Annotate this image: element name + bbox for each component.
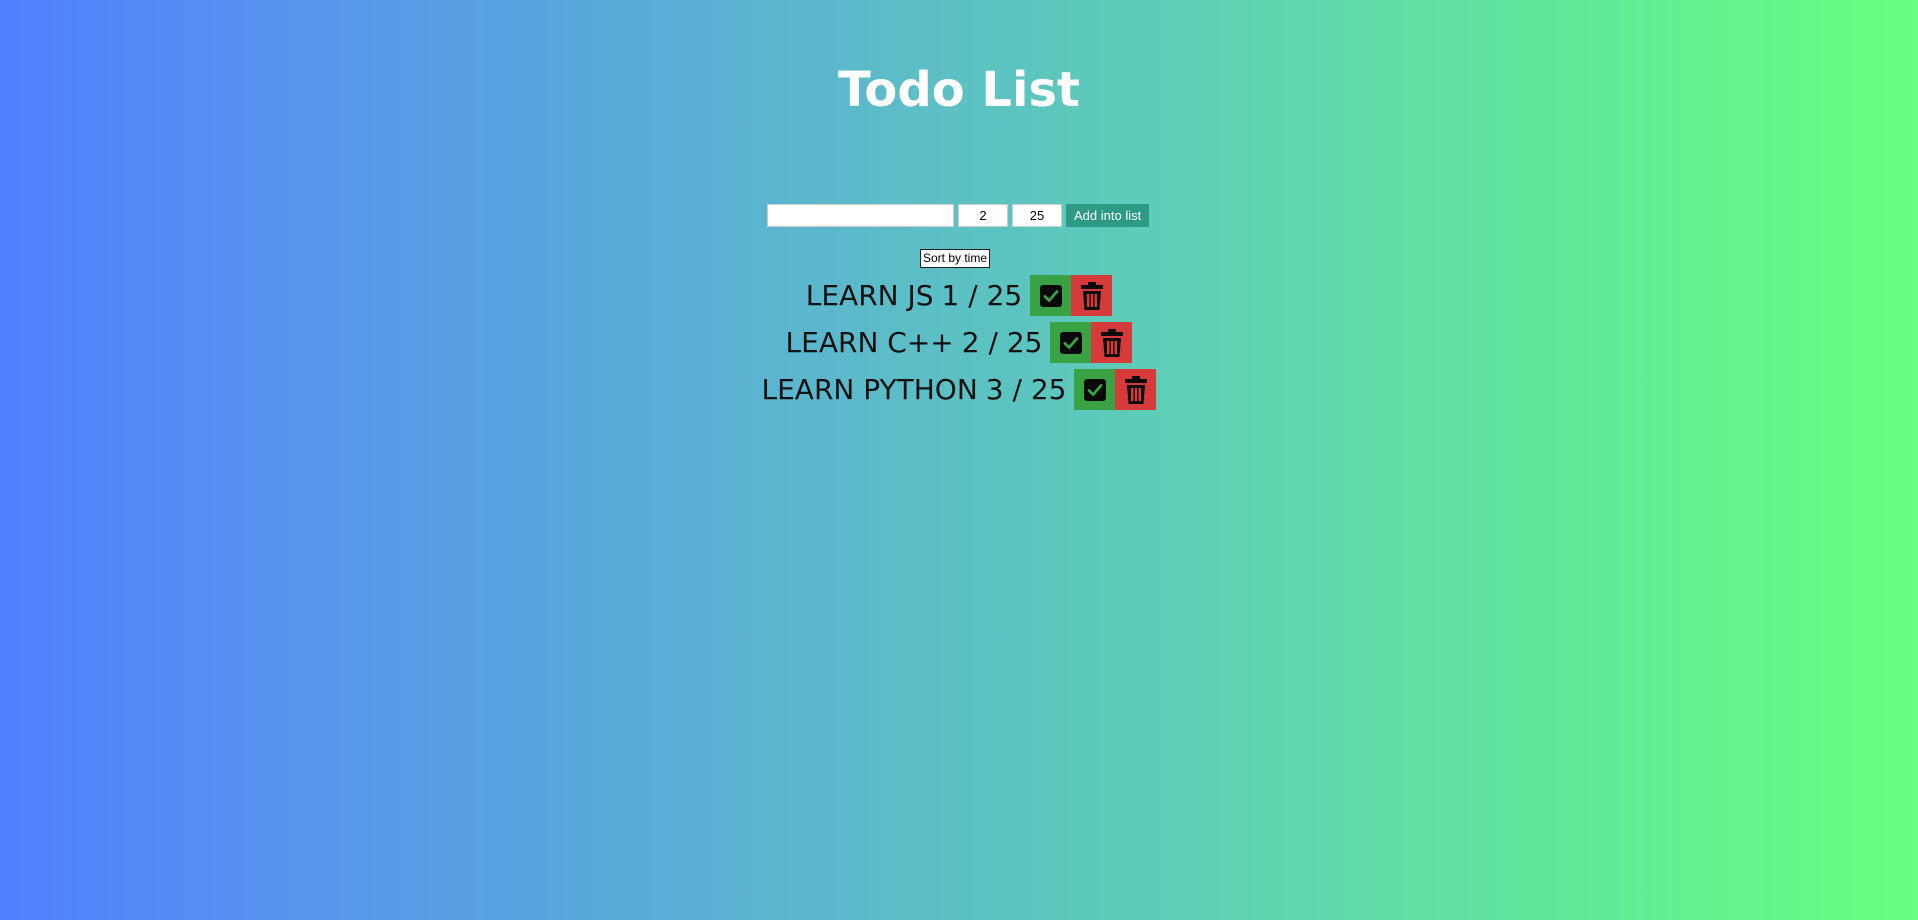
check-square-icon — [1059, 331, 1082, 354]
check-square-icon — [1039, 284, 1062, 307]
todo-item: LEARN PYTHON 3 / 25 — [0, 366, 1918, 413]
todo-progress: 2 / 25 — [961, 326, 1043, 359]
todo-list: LEARN JS 1 / 25 LEARN C++ 2 / 25 LEARN P… — [0, 272, 1918, 413]
trash-icon — [1080, 281, 1103, 310]
todo-name: LEARN PYTHON — [761, 373, 978, 406]
add-todo-form: Add into list — [767, 204, 1150, 227]
delete-button[interactable] — [1115, 369, 1157, 410]
task-input[interactable] — [767, 204, 954, 227]
complete-button[interactable] — [1050, 322, 1092, 363]
total-input[interactable] — [1012, 204, 1062, 227]
complete-button[interactable] — [1030, 275, 1072, 316]
time-input[interactable] — [958, 204, 1008, 227]
todo-item: LEARN JS 1 / 25 — [0, 272, 1918, 319]
todo-name: LEARN JS — [805, 279, 934, 312]
trash-icon — [1124, 375, 1147, 404]
todo-progress: 1 / 25 — [941, 279, 1023, 312]
delete-button[interactable] — [1091, 322, 1133, 363]
todo-progress: 3 / 25 — [985, 373, 1067, 406]
sort-by-time-button[interactable]: Sort by time — [920, 249, 991, 268]
todo-item: LEARN C++ 2 / 25 — [0, 319, 1918, 366]
complete-button[interactable] — [1074, 369, 1116, 410]
check-square-icon — [1083, 378, 1106, 401]
trash-icon — [1100, 328, 1123, 357]
add-into-list-button[interactable]: Add into list — [1066, 204, 1150, 227]
delete-button[interactable] — [1071, 275, 1113, 316]
todo-name: LEARN C++ — [785, 326, 954, 359]
page-title: Todo List — [838, 62, 1080, 118]
